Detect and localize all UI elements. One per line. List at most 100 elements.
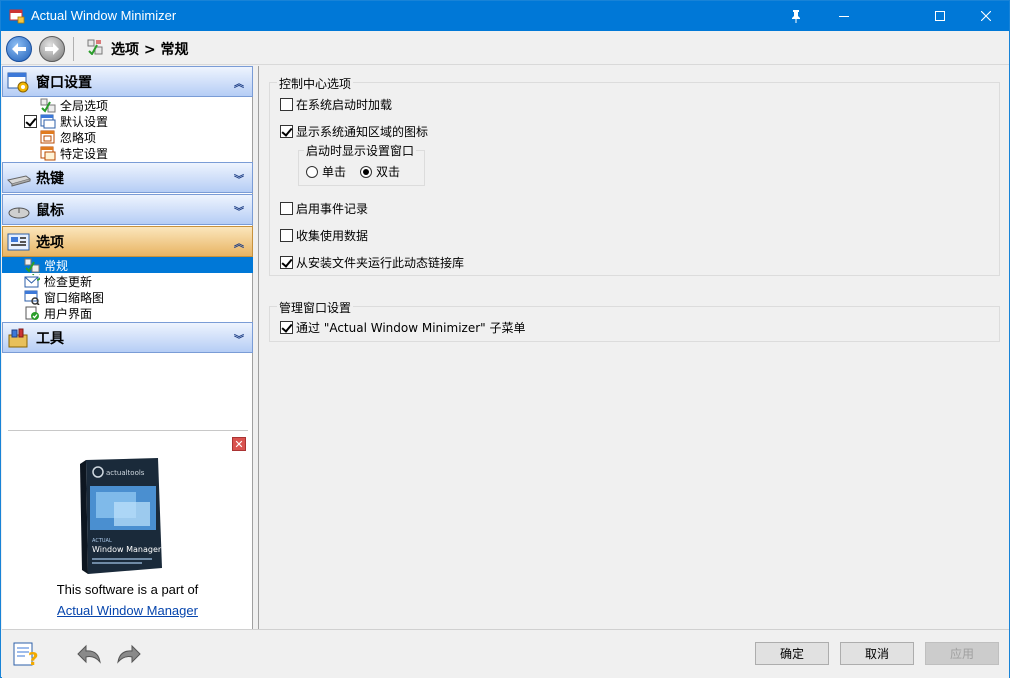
update-icon [24,273,40,287]
ignore-icon [40,130,55,143]
section-options[interactable]: 选项 ︽ [2,226,253,257]
radio-label: 双击 [376,165,401,179]
double-click-radio[interactable]: 双击 [360,163,400,180]
box-brand-text: actualtools [106,469,145,477]
thumbnail-icon [24,290,40,305]
ad-divider [8,430,248,431]
collect-usage-data-option[interactable]: 收集使用数据 [280,227,368,244]
sidebar-item-ignore[interactable]: 忽略项 [2,129,253,145]
chevron-down-icon: ︾ [234,175,244,186]
sidebar-item-label: 检查更新 [44,274,93,289]
option-label: 启用事件记录 [296,202,369,216]
checkbox[interactable] [280,125,293,138]
sidebar-item-label: 默认设置 [60,114,109,129]
maximize-button[interactable] [917,1,963,31]
run-dll-from-install-folder-option[interactable]: 从安装文件夹运行此动态链接库 [280,254,464,271]
minimize-button[interactable] [821,1,867,31]
maximize-icon [935,11,945,21]
sidebar-item-general[interactable]: 常规 [2,257,253,273]
sidebar-item-default-settings[interactable]: 默认设置 [2,113,253,129]
option-label: 收集使用数据 [296,229,369,243]
sidebar-item-label: 特定设置 [60,146,109,161]
option-label: 从安装文件夹运行此动态链接库 [296,256,465,270]
apply-button[interactable]: 应用 [925,642,999,665]
keyboard-icon [7,167,32,189]
actual-window-manager-link[interactable]: Actual Window Manager [2,603,253,618]
help-icon[interactable]: ? [12,640,42,668]
close-icon: ✕ [234,437,244,451]
checkbox[interactable] [280,229,293,242]
sidebar: 窗口设置 ︽ 全局选项 默认设置 忽略项 特定设置 热键 ︾ 鼠标 ︾ 选项 ︽… [2,66,253,629]
tools-icon [7,327,31,349]
sidebar-item-global-options[interactable]: 全局选项 [2,97,253,113]
ad-text: This software is a part of [56,582,199,597]
ok-button[interactable]: 确定 [755,642,829,665]
window-title: Actual Window Minimizer [31,8,177,23]
toolbar: 选项 > 常规 [1,31,1009,65]
checkbox[interactable] [280,98,293,111]
chevron-down-icon: ︾ [234,335,244,346]
checkbox[interactable] [280,202,293,215]
sidebar-item-label: 窗口缩略图 [44,290,105,305]
app-icon [9,9,25,24]
cancel-button[interactable]: 取消 [840,642,914,665]
pin-button[interactable] [773,1,819,31]
close-ad-button[interactable]: ✕ [232,437,246,451]
mouse-icon [7,199,31,221]
sidebar-item-label: 用户界面 [44,306,93,321]
single-click-radio[interactable]: 单击 [306,163,346,180]
sidebar-item-label: 常规 [44,258,69,273]
back-button[interactable] [6,36,32,62]
title-bar[interactable]: Actual Window Minimizer [1,1,1009,31]
section-tools[interactable]: 工具 ︾ [2,322,253,353]
group-title: 管理窗口设置 [277,299,354,316]
option-label: 通过 "Actual Window Minimizer" 子菜单 [296,321,526,335]
app-window: Actual Window Minimizer 选项 > 常规 窗口设置 ︽ 全… [0,0,1010,678]
box-title-text: Window Manager [92,545,162,554]
default-settings-checkbox[interactable] [24,114,37,128]
radio[interactable] [360,165,372,178]
bottom-bar: ? 确定 取消 应用 [2,629,1009,678]
window-settings-icon [7,71,31,93]
sidebar-item-user-interface[interactable]: 用户界面 [2,305,253,321]
sidebar-item-specific-settings[interactable]: 特定设置 [2,145,253,161]
sidebar-item-label: 全局选项 [60,98,109,113]
radio[interactable] [306,165,318,178]
sidebar-item-label: 忽略项 [60,130,97,145]
close-button[interactable] [963,1,1009,31]
minimize-icon [839,16,849,17]
default-settings-icon [40,114,56,128]
main-panel: 控制中心选项 在系统启动时加载 显示系统通知区域的图标 启动时显示设置窗口 单击… [260,66,1009,629]
section-hotkeys[interactable]: 热键 ︾ [2,162,253,193]
section-mouse[interactable]: 鼠标 ︾ [2,194,253,225]
checkbox[interactable] [280,256,293,269]
load-on-startup-option[interactable]: 在系统启动时加载 [280,96,392,113]
close-icon [981,11,991,21]
options-icon [7,231,31,253]
chevron-up-icon: ︽ [234,239,244,250]
section-window-settings[interactable]: 窗口设置 ︽ [2,66,253,97]
redo-icon[interactable] [114,640,144,668]
sidebar-item-window-thumbnails[interactable]: 窗口缩略图 [2,289,253,305]
show-tray-icon-option[interactable]: 显示系统通知区域的图标 [280,123,428,140]
undo-icon[interactable] [74,640,104,668]
option-label: 显示系统通知区域的图标 [296,125,429,139]
svg-text:?: ? [28,649,38,668]
breadcrumb: 选项 > 常规 [111,42,189,58]
chevron-up-icon: ︽ [234,79,244,90]
chevron-down-icon: ︾ [234,207,244,218]
splitter[interactable] [254,66,259,629]
forward-button[interactable] [39,36,65,62]
pin-icon [792,10,800,23]
product-box-image: actualtools ACTUAL Window Manager [80,458,162,574]
enable-event-log-option[interactable]: 启用事件记录 [280,200,368,217]
box-small-text: ACTUAL [92,538,112,544]
general-settings-icon [87,39,103,55]
checkbox[interactable] [280,321,293,334]
section-label: 工具 [36,330,64,347]
options-items: 常规 检查更新 窗口缩略图 用户界面 [2,257,253,321]
radio-label: 单击 [322,165,347,179]
sidebar-item-check-updates[interactable]: 检查更新 [2,273,253,289]
submenu-option[interactable]: 通过 "Actual Window Minimizer" 子菜单 [280,319,525,336]
section-label: 窗口设置 [36,74,92,91]
